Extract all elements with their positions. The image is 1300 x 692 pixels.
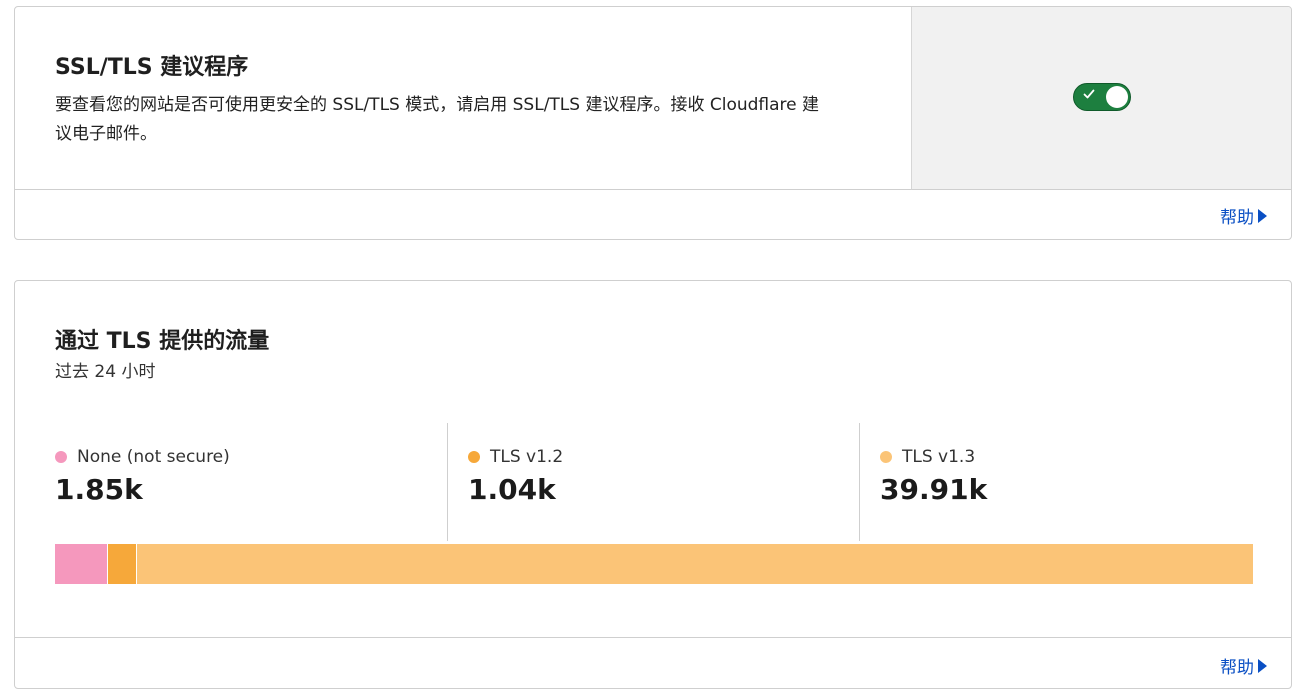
circle-dot-icon [468,451,480,463]
tls-traffic-stacked-bar [55,544,1253,584]
divider [15,637,1291,638]
metric-tls13: TLS v1.3 39.91k [859,423,1260,541]
tls-traffic-title: 通过 TLS 提供的流量 [55,329,270,354]
caret-right-icon [1258,208,1267,223]
ssl-recommender-control-panel [911,7,1291,190]
toggle-knob [1106,86,1128,108]
bar-segment-0 [55,544,107,584]
help-link-label: 帮助 [1220,208,1254,228]
tls-traffic-subtitle: 过去 24 小时 [55,362,156,382]
ssl-recommender-toggle[interactable] [1073,83,1131,111]
metric-value: 1.85k [55,473,143,506]
ssl-recommender-content: SSL/TLS 建议程序 要查看您的网站是否可使用更安全的 SSL/TLS 模式… [15,7,911,190]
metric-tls12: TLS v1.2 1.04k [447,423,860,541]
help-link-label: 帮助 [1220,658,1254,678]
legend-label: TLS v1.3 [902,447,976,467]
legend-item: TLS v1.2 [468,447,563,467]
circle-dot-icon [880,451,892,463]
check-icon [1083,89,1095,99]
ssl-recommender-card: SSL/TLS 建议程序 要查看您的网站是否可使用更安全的 SSL/TLS 模式… [14,6,1292,240]
circle-dot-icon [55,451,67,463]
tls-traffic-card: 通过 TLS 提供的流量 过去 24 小时 None (not secure) … [14,280,1292,689]
bar-segment-2 [135,544,1253,584]
help-link[interactable]: 帮助 [1220,653,1267,678]
ssl-recommender-description: 要查看您的网站是否可使用更安全的 SSL/TLS 模式，请启用 SSL/TLS … [55,95,820,144]
legend-item: None (not secure) [55,447,230,467]
ssl-recommender-title: SSL/TLS 建议程序 [55,55,249,80]
legend-label: TLS v1.2 [490,447,564,467]
bar-segment-1 [106,544,136,584]
metric-value: 1.04k [468,473,556,506]
metric-none: None (not secure) 1.85k [55,423,447,541]
caret-right-icon [1258,658,1267,673]
legend-item: TLS v1.3 [880,447,975,467]
help-link[interactable]: 帮助 [1220,203,1267,228]
legend-label: None (not secure) [77,447,230,467]
metric-value: 39.91k [880,473,988,506]
